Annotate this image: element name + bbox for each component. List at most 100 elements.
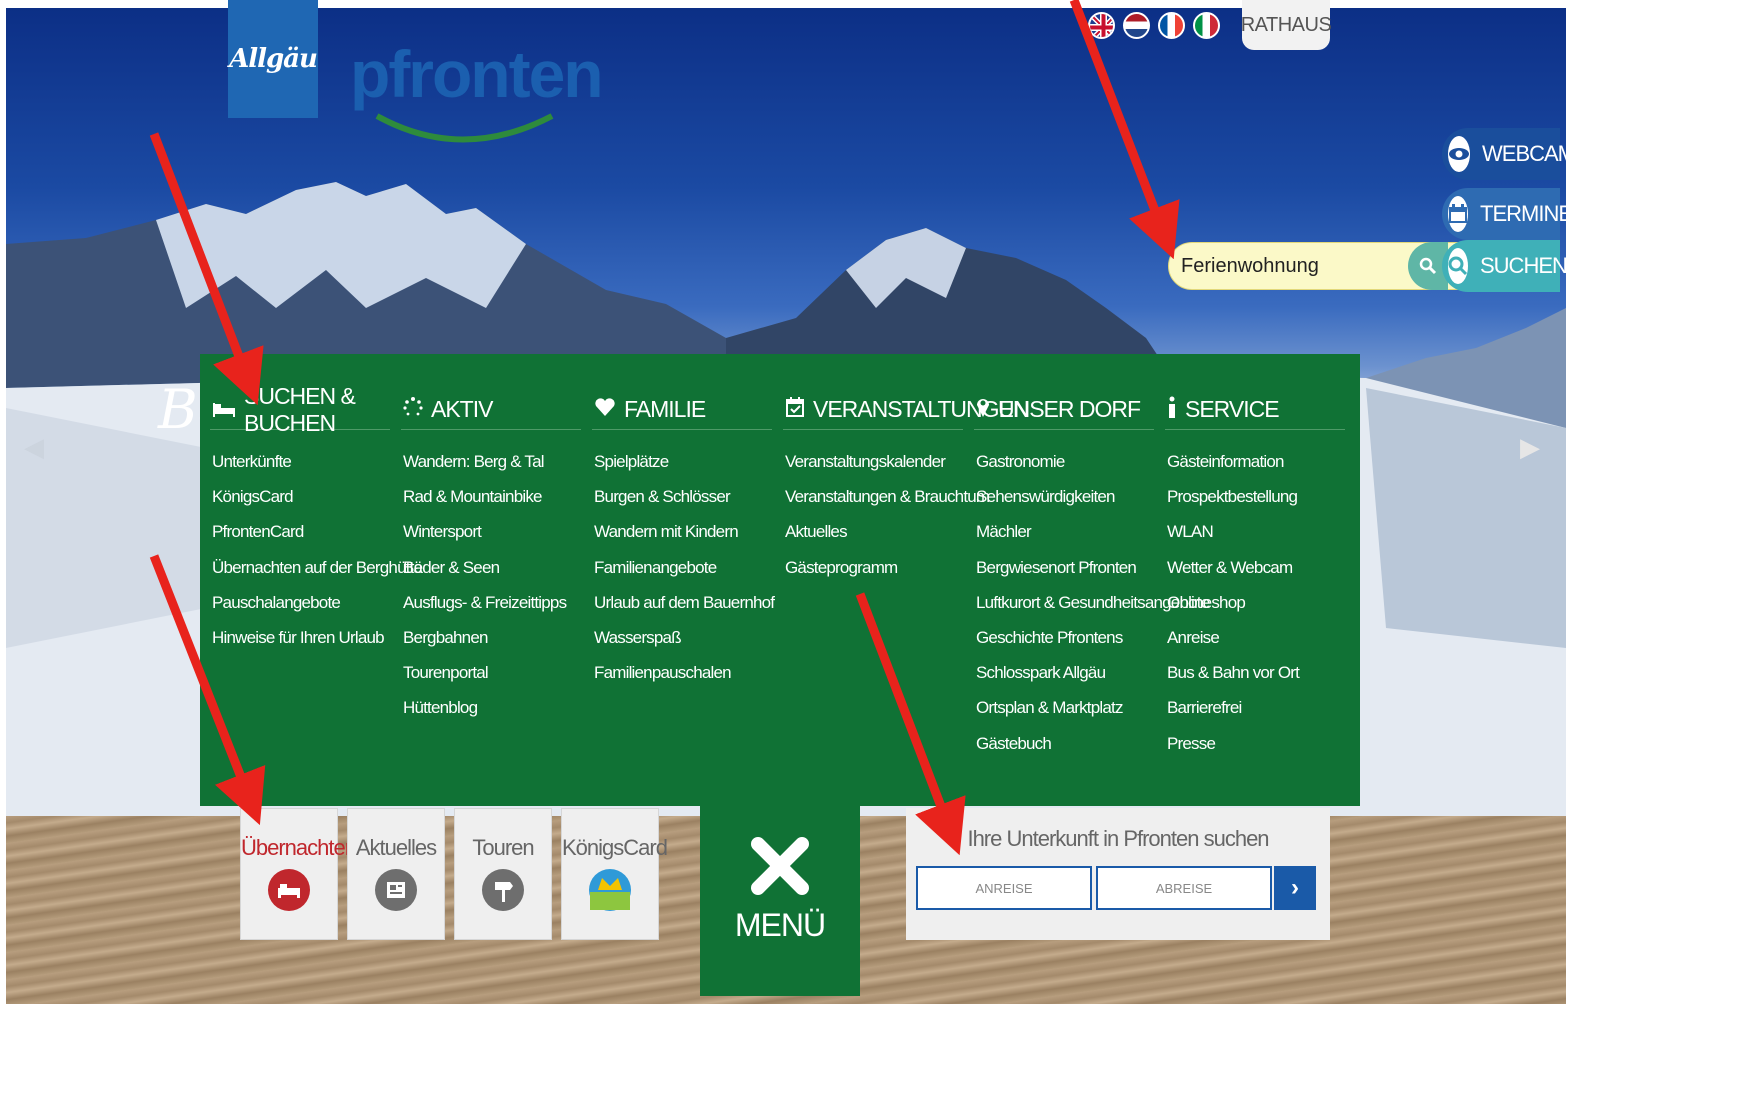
menu-link[interactable]: Gästeinformation	[1165, 452, 1345, 487]
french-flag-icon[interactable]	[1158, 12, 1185, 39]
webcam-button[interactable]: WEBCAM	[1442, 128, 1576, 180]
info-icon	[1167, 396, 1177, 424]
menu-column-title: UNSER DORF	[998, 396, 1141, 422]
menu-link[interactable]: Unterkünfte	[210, 452, 390, 487]
tile-label: Aktuelles	[355, 835, 437, 860]
menu-link[interactable]: Pauschalangebote	[210, 593, 390, 628]
english-flag-icon[interactable]	[1088, 12, 1115, 39]
slider-prev-icon[interactable]: ◀	[24, 432, 44, 463]
menu-link[interactable]: Gastronomie	[974, 452, 1154, 487]
menu-column-heading[interactable]: SERVICE	[1165, 390, 1345, 430]
termine-button[interactable]: TERMINE	[1442, 188, 1573, 240]
search-icon	[1419, 257, 1437, 275]
menu-column: SERVICE Gästeinformation Prospektbestellun…	[1165, 390, 1345, 769]
menu-link[interactable]: Wasserspaß	[592, 628, 772, 663]
menu-column: SUCHEN & BUCHEN Unterkünfte KönigsCard Pfro…	[210, 383, 423, 663]
menu-link[interactable]: Burgen & Schlösser	[592, 487, 772, 522]
menu-column: VERANSTALTUNGEN Veranstaltungskalender Ver…	[783, 390, 1029, 593]
calendar-icon	[1448, 196, 1468, 232]
menu-link[interactable]: Aktuelles	[783, 522, 963, 557]
menu-link[interactable]: Wetter & Webcam	[1165, 558, 1345, 593]
menu-link[interactable]: Gästebuch	[974, 734, 1154, 769]
menu-link[interactable]: Veranstaltungskalender	[783, 452, 963, 487]
menu-link[interactable]: Geschichte Pfrontens	[974, 628, 1154, 663]
menu-link[interactable]: Übernachten auf der Berghütte	[210, 558, 423, 593]
menu-column-title: AKTIV	[431, 396, 493, 422]
menu-link[interactable]: Bergbahnen	[401, 628, 581, 663]
menu-link[interactable]: Bergwiesenort Pfronten	[974, 558, 1154, 593]
menu-link[interactable]: Ausflugs- & Freizeittipps	[401, 593, 581, 628]
menu-column-heading[interactable]: VERANSTALTUNGEN	[783, 390, 1029, 430]
tile-uebernachten[interactable]: Übernachten	[240, 808, 357, 940]
tile-label: Touren	[472, 835, 534, 860]
menu-link[interactable]: Onlineshop	[1165, 593, 1345, 628]
menu-link[interactable]: Hüttenblog	[401, 698, 581, 733]
menu-link[interactable]: Schlosspark Allgäu	[974, 663, 1154, 698]
menu-link[interactable]: Ortsplan & Marktplatz	[974, 698, 1154, 733]
activity-icon	[403, 396, 423, 423]
map-pin-icon	[976, 396, 990, 424]
menu-link[interactable]: Tourenportal	[401, 663, 581, 698]
menu-column-heading[interactable]: SUCHEN & BUCHEN	[210, 383, 390, 436]
tile-aktuelles[interactable]: Aktuelles	[347, 808, 445, 940]
menu-close-button[interactable]: MENÜ	[700, 806, 860, 996]
arrival-date-field[interactable]: ANREISE	[916, 866, 1092, 910]
menu-link[interactable]: KönigsCard	[210, 487, 390, 522]
menu-column: UNSER DORF Gastronomie Sehenswürdigkeiten M…	[974, 390, 1210, 769]
menu-column-title: SERVICE	[1185, 396, 1280, 422]
menu-link[interactable]: Barrierefrei	[1165, 698, 1345, 733]
departure-date-field[interactable]: ABREISE	[1096, 866, 1272, 910]
eye-icon	[1448, 136, 1470, 172]
menu-link[interactable]: Veranstaltungen & Brauchtum	[783, 487, 990, 522]
booking-widget: Ihre Unterkunft in Pfronten suchen ANREI…	[906, 808, 1330, 940]
booking-submit-button[interactable]: ›	[1274, 866, 1316, 910]
chevron-right-icon: ›	[1291, 874, 1299, 901]
menu-column: FAMILIE Spielplätze Burgen & Schlösser Wand…	[592, 390, 775, 698]
rathaus-button[interactable]: RATHAUS	[1241, 0, 1332, 50]
menu-link[interactable]: PfrontenCard	[210, 522, 390, 557]
menu-link[interactable]: WLAN	[1165, 522, 1345, 557]
menu-link[interactable]: Gästeprogramm	[783, 558, 963, 593]
menu-link[interactable]: Bäder & Seen	[401, 558, 581, 593]
tile-touren[interactable]: Touren	[454, 808, 552, 940]
menu-link[interactable]: Mächler	[974, 522, 1154, 557]
allgaeu-logo-text: Allgäu	[229, 44, 318, 74]
menu-link[interactable]: Wandern: Berg & Tal	[401, 452, 581, 487]
menu-link[interactable]: Sehenswürdigkeiten	[974, 487, 1154, 522]
menu-link[interactable]: Wandern mit Kindern	[592, 522, 772, 557]
webcam-label: WEBCAM	[1482, 141, 1576, 166]
termine-label: TERMINE	[1480, 201, 1573, 226]
menu-column-heading[interactable]: FAMILIE	[592, 390, 772, 430]
menu-column-title: SUCHEN & BUCHEN	[244, 382, 356, 436]
menu-column-heading[interactable]: AKTIV	[401, 390, 581, 430]
italian-flag-icon[interactable]	[1193, 12, 1220, 39]
menu-link[interactable]: Wintersport	[401, 522, 581, 557]
menu-link[interactable]: Luftkurort & Gesundheitsangebote	[974, 593, 1210, 628]
menu-link[interactable]: Familienpauschalen	[592, 663, 772, 698]
suchen-button[interactable]: SUCHEN	[1442, 240, 1568, 292]
search-input[interactable]	[1169, 243, 1399, 289]
bed-icon	[212, 396, 236, 423]
menu-label: MENÜ	[734, 907, 826, 943]
menu-link[interactable]: Hinweise für Ihren Urlaub	[210, 628, 390, 663]
menu-column-title: FAMILIE	[624, 396, 706, 422]
pfronten-logo[interactable]: pfronten	[350, 36, 604, 112]
menu-column-heading[interactable]: UNSER DORF	[974, 390, 1154, 430]
tile-label: KönigsCard	[562, 835, 668, 860]
menu-link[interactable]: Familienangebote	[592, 558, 772, 593]
logo-swoosh-icon	[375, 113, 554, 143]
menu-link[interactable]: Spielplätze	[592, 452, 772, 487]
menu-link[interactable]: Prospektbestellung	[1165, 487, 1345, 522]
allgaeu-logo[interactable]: Allgäu	[228, 0, 318, 118]
signpost-icon	[482, 869, 524, 911]
menu-link[interactable]: Rad & Mountainbike	[401, 487, 581, 522]
menu-link[interactable]: Urlaub auf dem Bauernhof	[592, 593, 775, 628]
language-switcher	[1088, 12, 1220, 39]
tile-koenigscard[interactable]: KönigsCard	[561, 808, 668, 940]
menu-link[interactable]: Presse	[1165, 734, 1345, 769]
menu-link[interactable]: Bus & Bahn vor Ort	[1165, 663, 1345, 698]
suchen-label: SUCHEN	[1480, 253, 1568, 278]
slider-next-icon[interactable]: ▶	[1520, 432, 1540, 463]
dutch-flag-icon[interactable]	[1123, 12, 1150, 39]
menu-link[interactable]: Anreise	[1165, 628, 1345, 663]
